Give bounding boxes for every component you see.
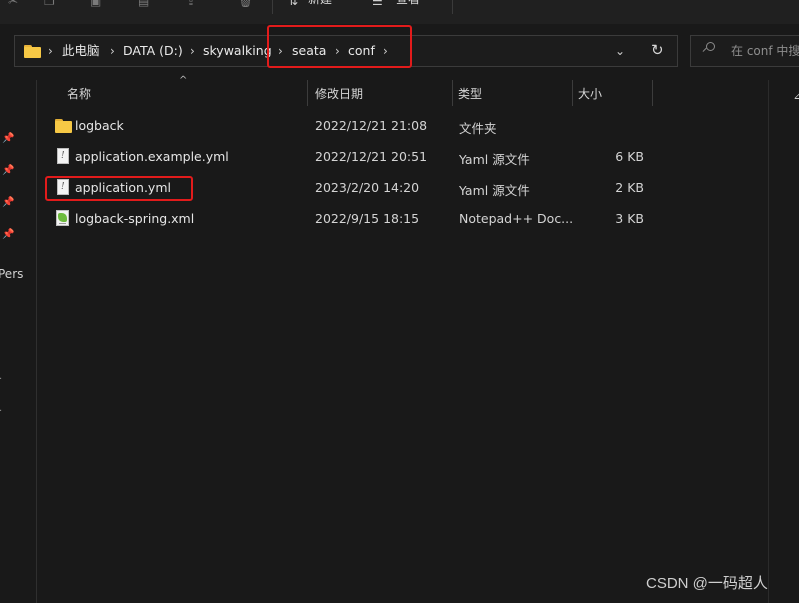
breadcrumb-data-drive[interactable]: DATA (D:) <box>123 43 183 59</box>
file-row-application-example-yml[interactable]: ! application.example.yml 2022/12/21 20:… <box>45 142 705 172</box>
pin-icon[interactable]: 📌 <box>2 133 14 145</box>
file-row-logback-spring-xml[interactable]: logback-spring.xml 2022/9/15 18:15 Notep… <box>45 204 705 234</box>
copy-icon[interactable]: ❐ <box>44 0 55 8</box>
column-header-size[interactable]: 大小 <box>578 86 602 102</box>
folder-icon <box>24 45 41 58</box>
refresh-icon[interactable]: ↻ <box>651 41 664 59</box>
paste-icon[interactable]: ▣ <box>90 0 101 8</box>
file-row-logback[interactable]: logback 2022/12/21 21:08 文件夹 <box>45 111 705 141</box>
yaml-file-icon: ! <box>57 148 69 164</box>
file-date: 2022/9/15 18:15 <box>315 211 420 226</box>
pin-icon[interactable]: 📌 <box>2 197 14 209</box>
column-header-type[interactable]: 类型 <box>458 86 482 102</box>
navigation-pane: 📌 📌 📌 📌 Pers · · <box>0 80 23 603</box>
file-name: logback-spring.xml <box>75 211 195 226</box>
file-date: 2022/12/21 21:08 <box>315 118 428 133</box>
file-explorer-window: ✂ ❐ ▣ ▤ ⇪ 🗑 ⇅ 新建 ☰ 查看 › 此电脑 › DATA (D:) … <box>0 0 799 603</box>
column-resize-handle[interactable] <box>652 80 653 106</box>
chevron-right-icon[interactable]: › <box>48 43 53 59</box>
column-resize-handle[interactable] <box>572 80 573 106</box>
file-type: Yaml 源文件 <box>459 183 530 198</box>
search-icon <box>702 42 715 53</box>
nav-item-personal[interactable]: Pers <box>0 267 23 281</box>
command-bar: ✂ ❐ ▣ ▤ ⇪ 🗑 ⇅ 新建 ☰ 查看 <box>0 0 799 25</box>
delete-icon[interactable]: 🗑 <box>238 0 253 8</box>
breadcrumb-skywalking[interactable]: skywalking <box>203 43 272 59</box>
pin-icon[interactable]: 📌 <box>2 165 14 177</box>
file-name: logback <box>75 118 124 133</box>
column-resize-handle[interactable] <box>307 80 308 106</box>
file-date: 2023/2/20 14:20 <box>315 180 420 195</box>
address-history-dropdown[interactable]: ⌄ <box>615 43 625 59</box>
pin-icon[interactable]: 📌 <box>2 229 14 241</box>
nav-marker: · <box>0 375 2 385</box>
file-type: Yaml 源文件 <box>459 152 530 167</box>
file-type: 文件夹 <box>459 121 497 136</box>
file-name: application.example.yml <box>75 149 229 164</box>
chevron-right-icon[interactable]: › <box>190 43 195 59</box>
file-date: 2022/12/21 20:51 <box>315 149 428 164</box>
file-size: 6 KB <box>615 149 644 164</box>
column-header-row: ^ 名称 修改日期 类型 大小 <box>37 76 777 108</box>
path-highlight-box <box>267 25 412 68</box>
view-icon[interactable]: ☰ <box>372 0 383 8</box>
sort-button[interactable]: 新建 <box>308 0 332 6</box>
sort-icon[interactable]: ⇅ <box>288 0 298 8</box>
share-icon[interactable]: ⇪ <box>186 0 196 8</box>
search-input[interactable]: 在 conf 中搜 <box>731 44 799 58</box>
file-size: 2 KB <box>615 180 644 195</box>
sort-ascending-icon: ^ <box>179 75 188 86</box>
notepadpp-file-icon <box>56 210 69 226</box>
preview-pane-divider[interactable] <box>768 80 769 603</box>
file-type: Notepad++ Doc... <box>459 211 574 226</box>
view-button[interactable]: 查看 <box>396 0 420 6</box>
cut-icon[interactable]: ✂ <box>8 0 18 8</box>
pane-divider[interactable] <box>36 80 37 603</box>
file-highlight-box <box>45 176 193 201</box>
breadcrumb-this-pc[interactable]: 此电脑 <box>62 43 100 59</box>
file-size: 3 KB <box>615 211 644 226</box>
rename-icon[interactable]: ▤ <box>138 0 149 8</box>
column-resize-handle[interactable] <box>452 80 453 106</box>
preview-pane-icon: ⊿ <box>793 88 799 102</box>
column-header-name[interactable]: 名称 <box>67 86 91 102</box>
search-box[interactable]: 在 conf 中搜 <box>690 35 799 67</box>
column-header-date[interactable]: 修改日期 <box>315 86 363 102</box>
chevron-right-icon[interactable]: › <box>110 43 115 59</box>
watermark: CSDN @一码超人 <box>646 575 768 592</box>
nav-marker: · <box>0 407 2 417</box>
folder-icon <box>55 119 72 133</box>
